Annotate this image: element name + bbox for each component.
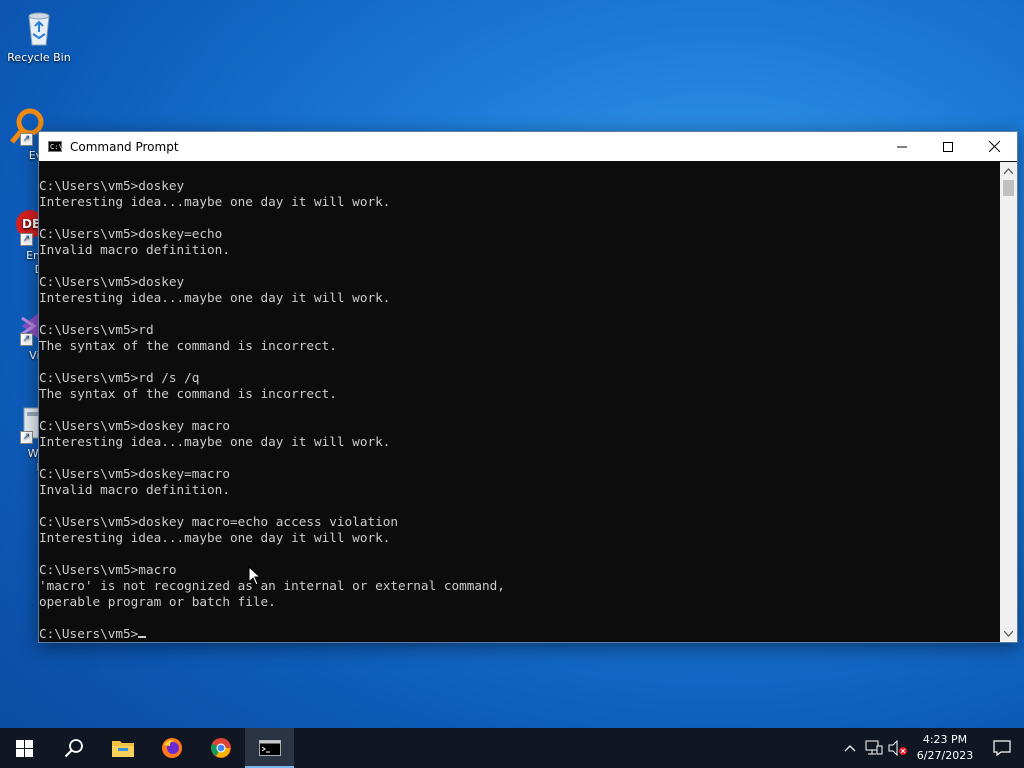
shortcut-arrow-icon: ↗ (20, 431, 33, 444)
console-prompt: C:\Users\vm5> (39, 626, 139, 641)
taskbar-firefox[interactable] (147, 728, 196, 768)
taskbar: 4:23 PM 6/27/2023 (0, 728, 1024, 768)
console-output[interactable]: C:\Users\vm5>doskey Interesting idea...m… (39, 162, 999, 642)
mouse-pointer-icon (248, 566, 262, 586)
taskbar-file-explorer[interactable] (98, 728, 147, 768)
network-icon (865, 740, 883, 755)
command-prompt-window[interactable]: C:\ Command Prompt C:\Users\vm5>doskey I… (38, 131, 1018, 643)
search-icon (64, 739, 83, 758)
windows-logo-icon (16, 739, 33, 757)
shortcut-arrow-icon: ↗ (20, 333, 33, 346)
volume-button[interactable] (886, 728, 910, 768)
scroll-down-button[interactable] (1000, 625, 1017, 642)
minimize-icon (897, 146, 907, 147)
notification-icon (993, 740, 1011, 756)
cmd-app-icon[interactable]: C:\ (48, 141, 63, 152)
desktop-icon-recycle-bin[interactable]: Recycle Bin (1, 8, 77, 65)
taskbar-chrome[interactable] (196, 728, 245, 768)
taskbar-command-prompt[interactable] (245, 728, 294, 768)
clock-time: 4:23 PM (922, 733, 968, 746)
chevron-down-icon (1004, 630, 1013, 637)
volume-muted-icon (888, 740, 907, 756)
text-cursor (138, 636, 147, 638)
window-titlebar[interactable]: C:\ Command Prompt (39, 132, 1017, 161)
cmd-icon (258, 740, 281, 756)
action-center-button[interactable] (980, 728, 1024, 768)
chevron-up-icon (844, 745, 856, 752)
chrome-icon (210, 738, 231, 758)
maximize-icon (943, 141, 953, 152)
window-title: Command Prompt (70, 139, 179, 154)
desktop-icon-label: Recycle Bin (7, 51, 71, 64)
minimize-button[interactable] (879, 132, 925, 161)
recycle-bin-icon (19, 8, 59, 48)
close-icon (988, 141, 1000, 152)
taskbar-clock[interactable]: 4:23 PM 6/27/2023 (910, 732, 980, 764)
search-button[interactable] (49, 728, 98, 768)
vertical-scrollbar[interactable] (1000, 162, 1017, 642)
chevron-up-icon (1004, 167, 1013, 174)
start-button[interactable] (0, 728, 49, 768)
shortcut-arrow-icon: ↗ (20, 133, 33, 146)
scrollbar-thumb[interactable] (1003, 180, 1014, 196)
maximize-button[interactable] (925, 132, 971, 161)
shortcut-arrow-icon: ↗ (20, 233, 33, 246)
clock-date: 6/27/2023 (916, 749, 974, 762)
close-button[interactable] (971, 132, 1017, 161)
folder-icon (111, 741, 134, 757)
network-button[interactable] (862, 728, 886, 768)
system-tray: 4:23 PM 6/27/2023 (838, 728, 1024, 768)
console-history: C:\Users\vm5>doskey Interesting idea...m… (39, 178, 505, 609)
scroll-up-button[interactable] (1000, 162, 1017, 179)
show-hidden-icons-button[interactable] (838, 728, 862, 768)
firefox-icon (161, 738, 182, 758)
